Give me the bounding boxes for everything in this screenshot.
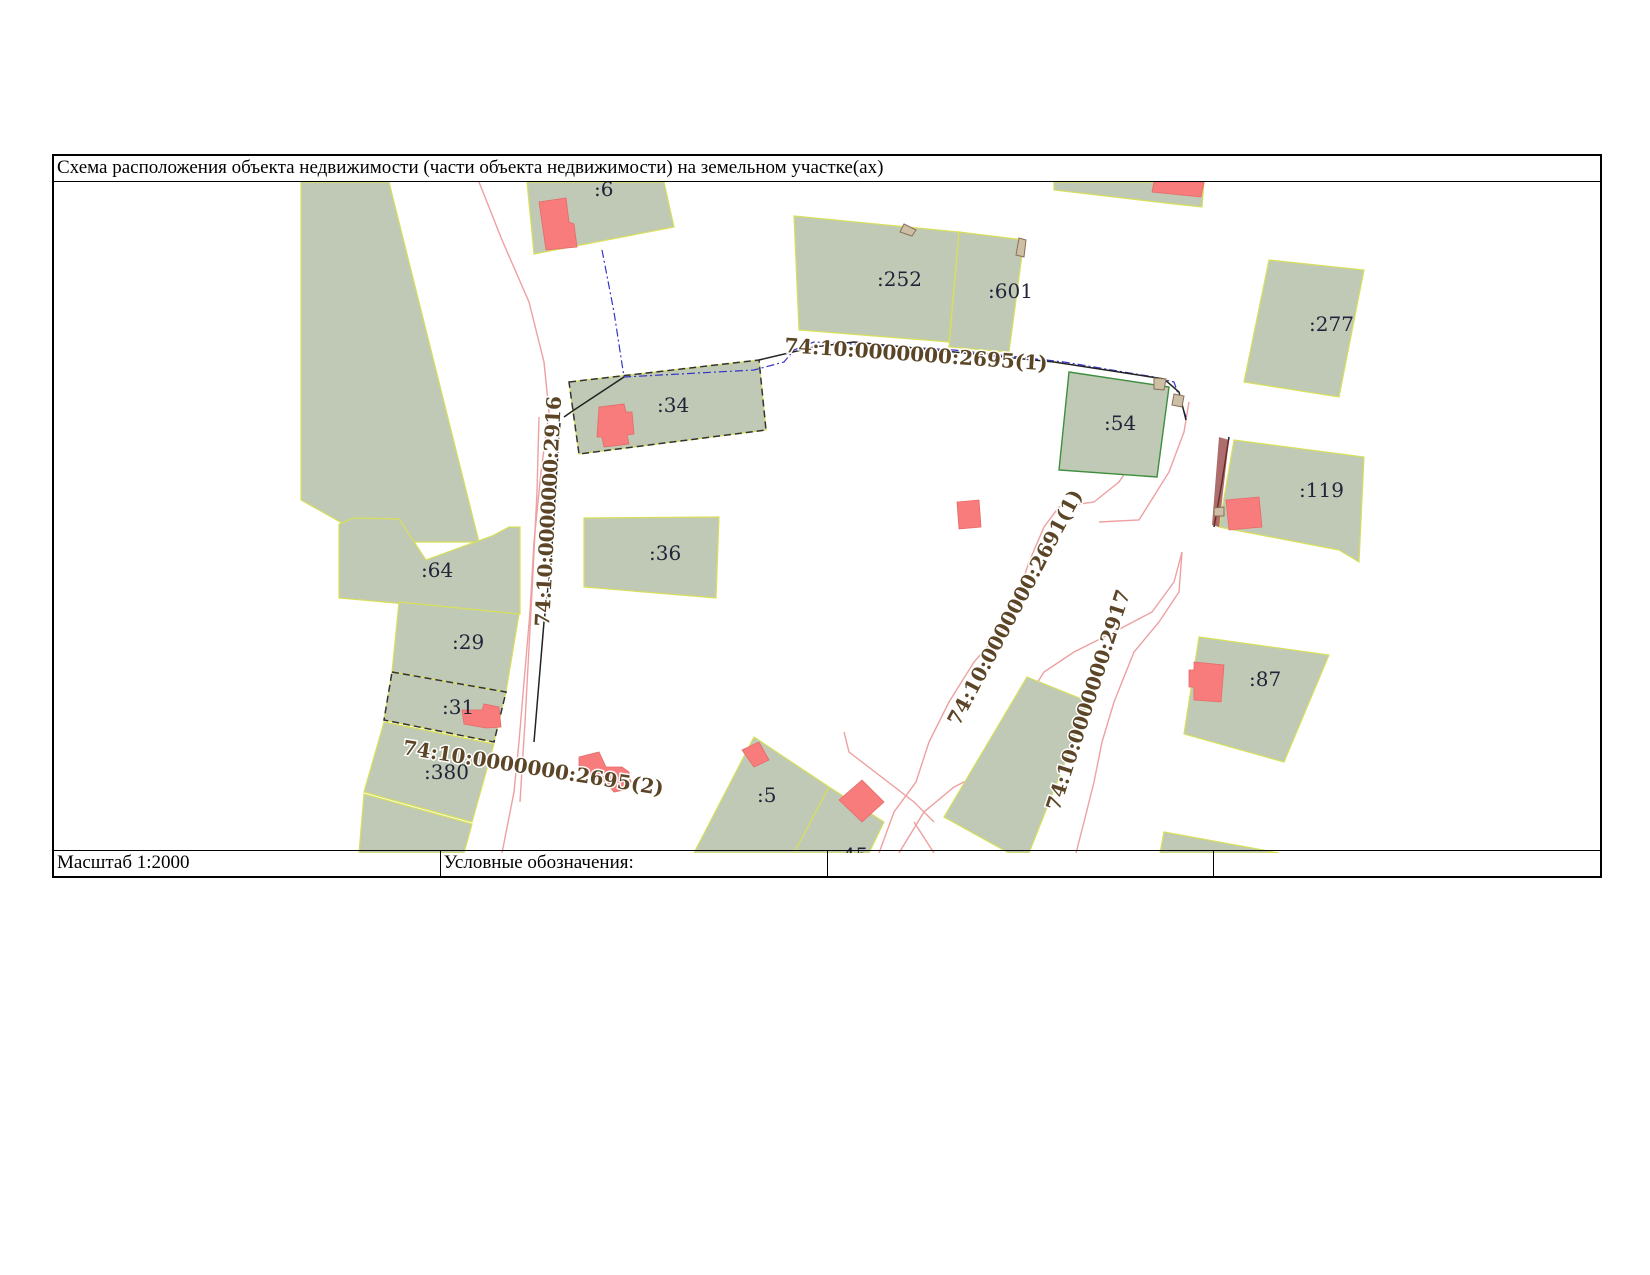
map-sheet: Схема расположения объекта недвижимости … <box>52 154 1602 878</box>
parcel-label-119: :119 <box>1299 478 1344 502</box>
parcel-label-64: :64 <box>421 558 453 582</box>
scale-cell: Масштаб 1:2000 <box>54 851 441 876</box>
parcel-label-6: :6 <box>594 182 613 201</box>
footer-row: Масштаб 1:2000 Условные обозначения: <box>54 850 1600 876</box>
parcel-label-87: :87 <box>1249 667 1281 691</box>
parcel-label-252: :252 <box>877 267 922 291</box>
parcel-label-34: :34 <box>657 393 689 417</box>
parcel-label-601: :601 <box>988 279 1033 303</box>
parcel-label-54: :54 <box>1104 411 1136 435</box>
cadastral-label-2916: 74:10:0000000:2916 <box>530 395 566 627</box>
legend-cell-4 <box>1214 851 1600 876</box>
legend-cell-3 <box>828 851 1215 876</box>
legend-label-cell: Условные обозначения: <box>441 851 828 876</box>
parcel-label-36: :36 <box>649 541 681 565</box>
building-119 <box>1225 496 1263 531</box>
building-87 <box>1188 661 1225 703</box>
parcel-label-5: :5 <box>757 783 776 807</box>
map-canvas[interactable]: :6 :252 :601 :277 :34 :54 :119 :64 :36 :… <box>54 182 1600 853</box>
parcel-label-31: :31 <box>442 695 474 719</box>
parcel-west-large[interactable] <box>300 182 480 543</box>
building-center <box>956 499 982 530</box>
page-title: Схема расположения объекта недвижимости … <box>54 156 1600 182</box>
parcel-label-29: :29 <box>452 630 484 654</box>
parcel-label-277: :277 <box>1309 312 1354 336</box>
